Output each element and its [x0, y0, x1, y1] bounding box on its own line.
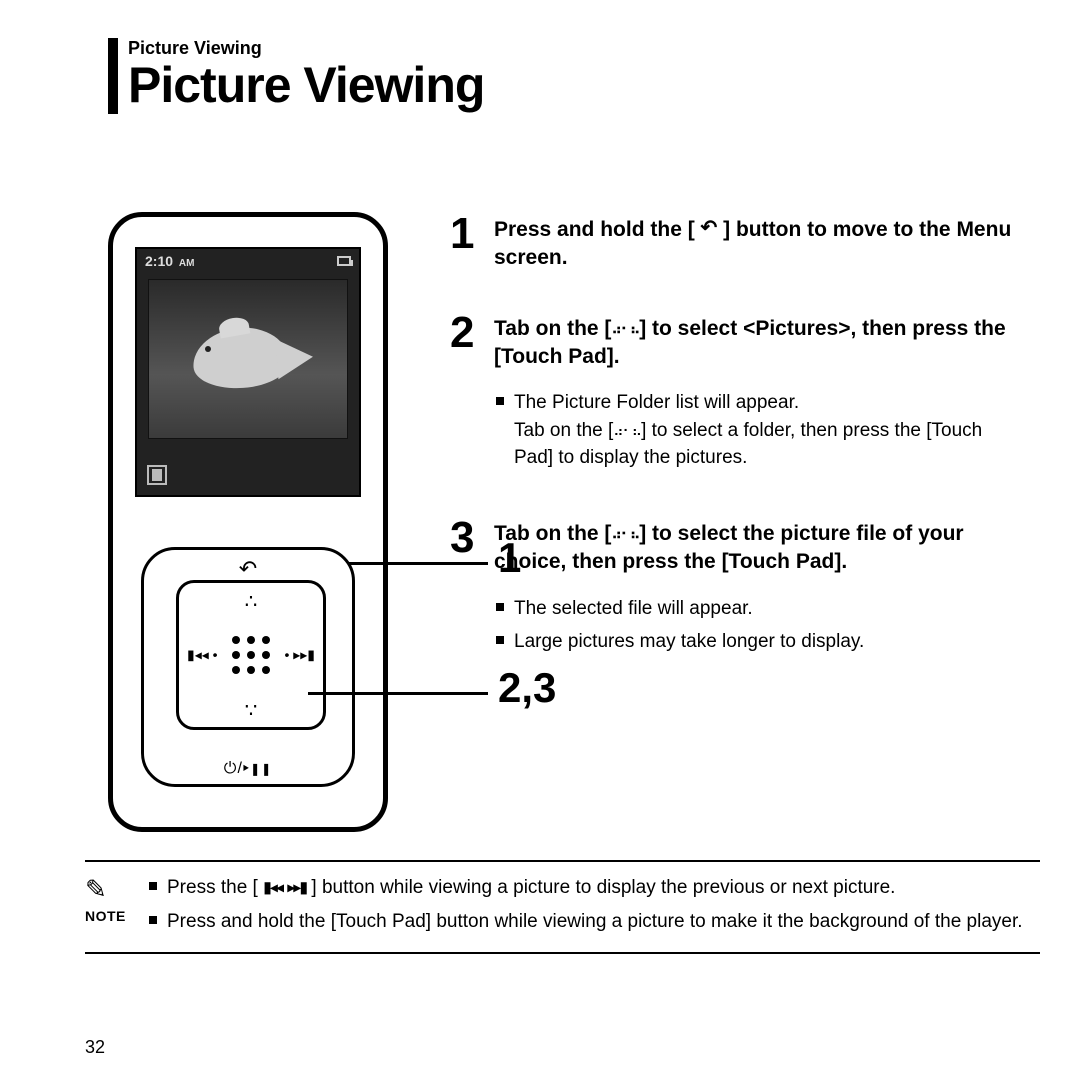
step-sub-item: The selected file will appear.	[494, 595, 1020, 623]
step-sub-item: Large pictures may take longer to displa…	[494, 628, 1020, 656]
touch-pad: ∴ ∵ ▮◂◂ • • ▸▸▮	[176, 580, 326, 730]
note-bottom-rule	[85, 952, 1040, 954]
bullet-icon	[496, 397, 504, 405]
note-icon: ✎	[85, 874, 107, 905]
photo-preview	[148, 279, 348, 439]
section-rule	[108, 38, 118, 114]
pad-down-icon: ∵	[245, 698, 258, 723]
note-label: NOTE	[85, 908, 126, 924]
page-number: 32	[85, 1037, 105, 1058]
step-text: Press and hold the [ ↶ ] button to move …	[494, 216, 1020, 273]
bullet-icon	[496, 636, 504, 644]
bullet-icon	[149, 882, 157, 890]
page-title: Picture Viewing	[128, 56, 484, 114]
step-3: 3 Tab on the [⠴⠂⠦] to select the picture…	[450, 516, 1020, 662]
step-1: 1 Press and hold the [ ↶ ] button to mov…	[450, 212, 1020, 273]
note-block: ✎ NOTE Press the [ ▮◂◂ ▸▸▮ ] button whil…	[85, 864, 1040, 941]
back-icon: ↶	[701, 215, 718, 242]
pad-next-icon: • ▸▸▮	[284, 647, 315, 664]
step-text: Tab on the [⠴⠂⠦] to select <Pictures>, t…	[494, 315, 1020, 372]
step-number: 3	[450, 516, 494, 662]
updown-dots-icon: ⠴⠂⠦	[611, 320, 639, 339]
pad-center-icon	[228, 632, 274, 678]
prev-track-icon: ▮◂◂	[263, 879, 282, 896]
device-screen: 2:10 AM	[135, 247, 361, 497]
step-number: 1	[450, 212, 494, 273]
bullet-icon	[149, 916, 157, 924]
note-item: Press the [ ▮◂◂ ▸▸▮ ] button while viewi…	[147, 874, 1040, 902]
next-track-icon: ▸▸▮	[287, 879, 306, 896]
step-text: Tab on the [⠴⠂⠦] to select the picture f…	[494, 520, 1020, 577]
step-number: 2	[450, 311, 494, 478]
pad-up-icon: ∴	[245, 589, 258, 614]
note-item: Press and hold the [Touch Pad] button wh…	[147, 908, 1040, 936]
steps-list: 1 Press and hold the [ ↶ ] button to mov…	[450, 212, 1020, 700]
pause-icon	[147, 465, 167, 485]
bullet-icon	[496, 603, 504, 611]
back-button-icon: ↶	[239, 556, 257, 582]
step-sub-item: The Picture Folder list will appear. Tab…	[494, 389, 1020, 472]
note-top-rule	[85, 860, 1040, 862]
step-2: 2 Tab on the [⠴⠂⠦] to select <Pictures>,…	[450, 311, 1020, 478]
time-label: 2:10 AM	[145, 253, 194, 269]
pad-prev-icon: ▮◂◂ •	[187, 647, 218, 664]
device-illustration: 2:10 AM ↶ ∴ ∵ ▮◂◂ • • ▸▸▮	[108, 212, 408, 832]
updown-dots-icon: ⠴⠂⠦	[613, 421, 641, 441]
updown-dots-icon: ⠴⠂⠦	[611, 525, 639, 544]
device-controls: ↶ ∴ ∵ ▮◂◂ • • ▸▸▮ ⏻/▸❚❚	[141, 547, 355, 787]
battery-icon	[337, 256, 351, 266]
power-play-icon: ⏻/▸❚❚	[224, 760, 272, 778]
